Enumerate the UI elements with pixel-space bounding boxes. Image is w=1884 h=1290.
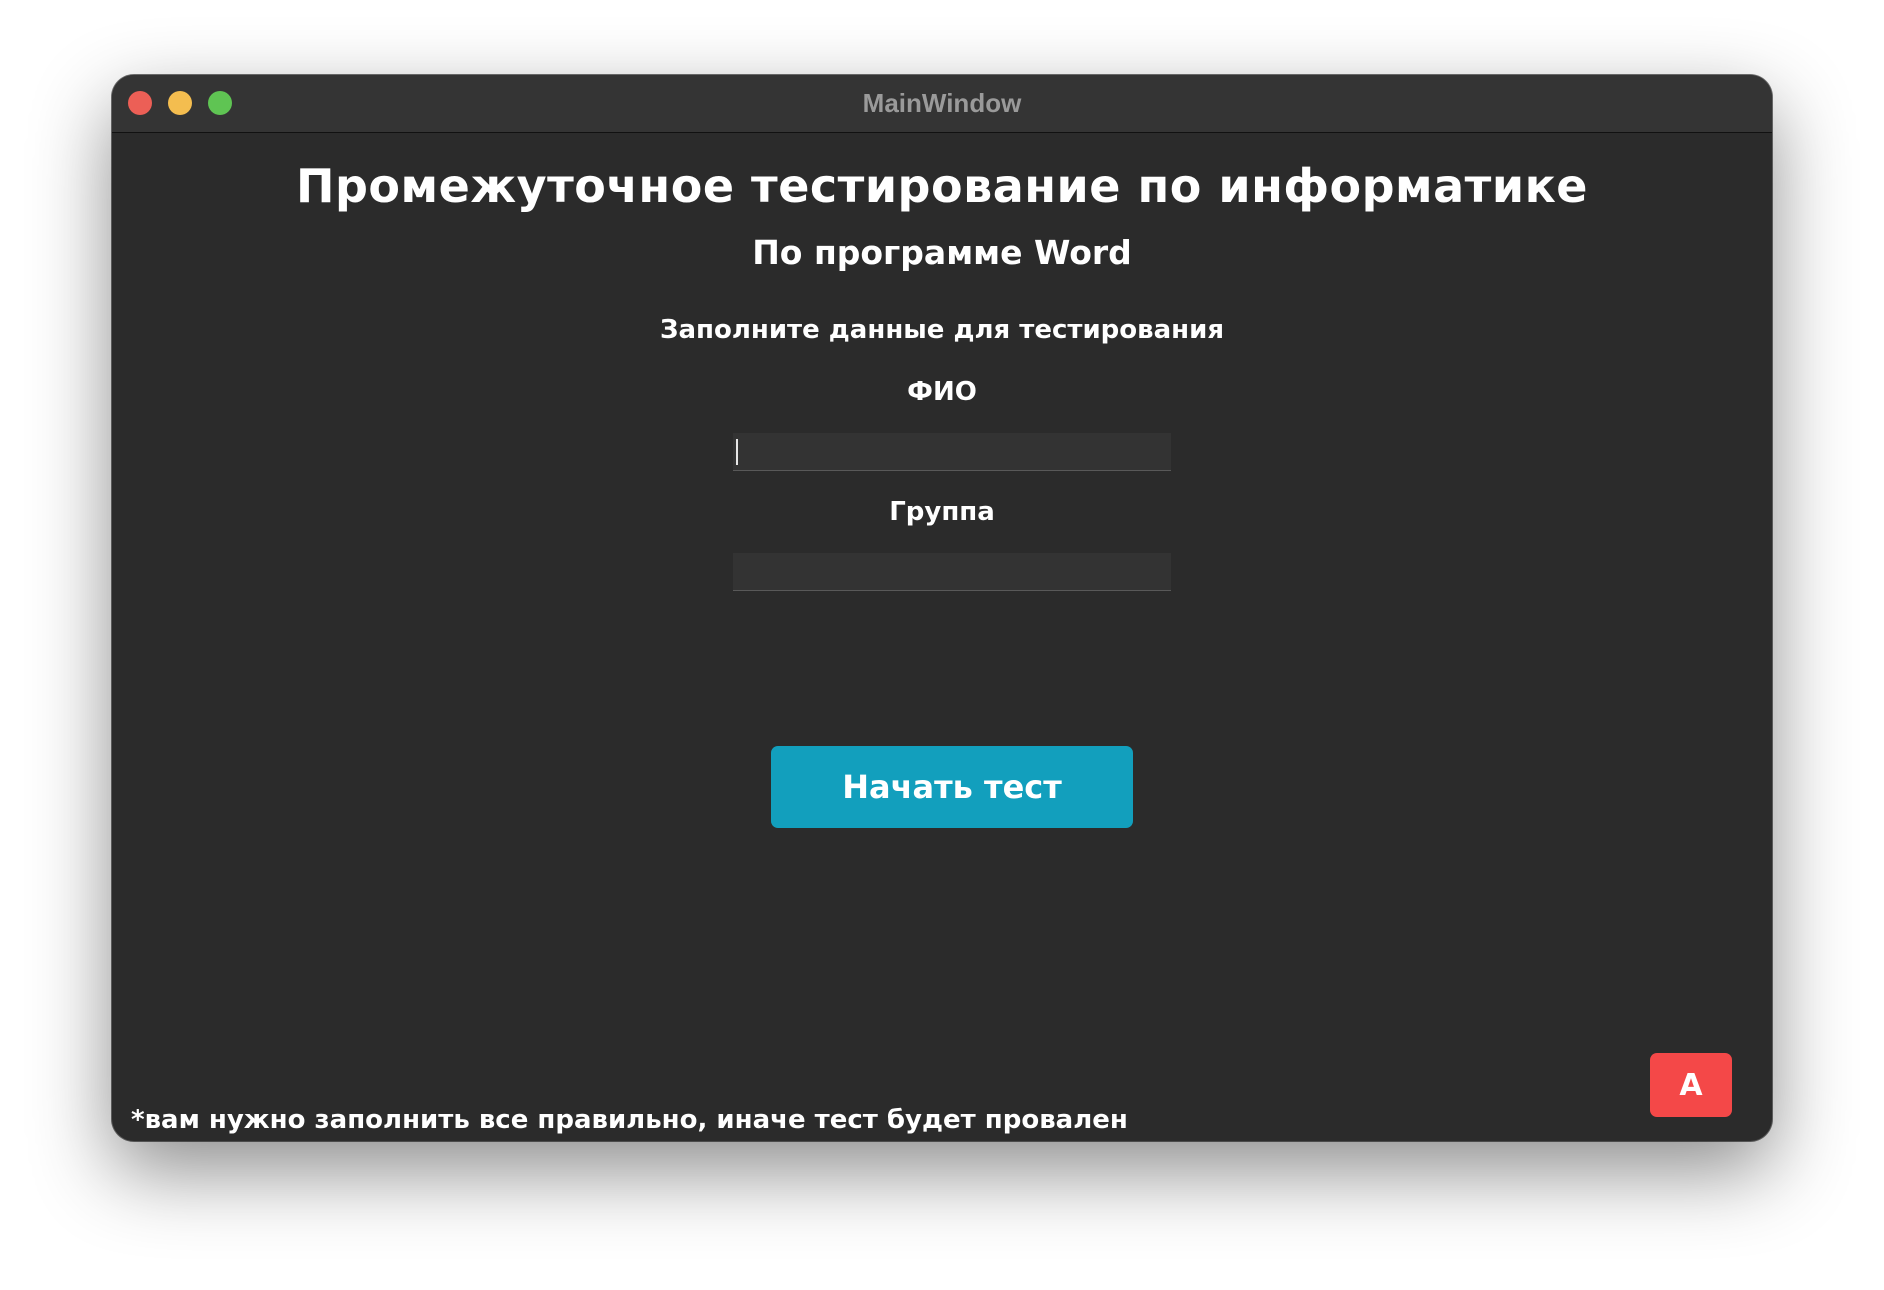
title-bar: MainWindow [112, 75, 1772, 133]
corner-action-button[interactable]: A [1650, 1053, 1732, 1117]
fio-label: ФИО [907, 377, 977, 407]
start-test-button[interactable]: Начать тест [771, 746, 1133, 828]
window-title: MainWindow [862, 88, 1022, 118]
group-input[interactable] [733, 553, 1171, 591]
text-caret [736, 439, 738, 465]
fio-input[interactable] [733, 433, 1171, 471]
main-content: Промежуточное тестирование по информатик… [112, 133, 1772, 1141]
footnote-warning: *вам нужно заполнить все правильно, инач… [131, 1105, 1128, 1135]
main-window: MainWindow Промежуточное тестирование по… [112, 75, 1772, 1141]
group-label: Группа [889, 497, 995, 527]
instruction-text: Заполните данные для тестирования [659, 315, 1225, 345]
page-subtitle: По программе Word [752, 233, 1132, 272]
page-title: Промежуточное тестирование по информатик… [296, 159, 1588, 213]
